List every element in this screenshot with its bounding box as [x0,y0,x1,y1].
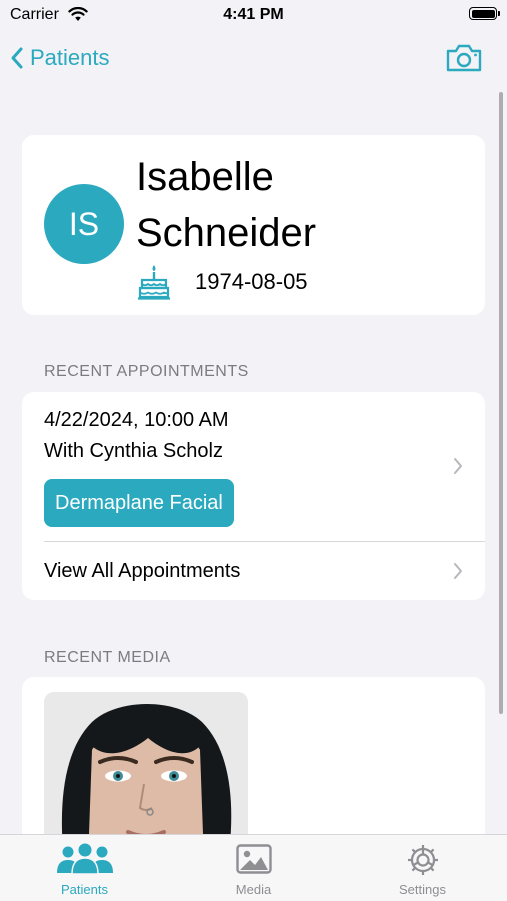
patient-last-name: Schneider [136,211,317,255]
chevron-right-icon [454,458,462,474]
recent-media-header: RECENT MEDIA [44,649,171,666]
camera-button[interactable] [445,40,483,76]
media-thumbnail[interactable] [44,692,248,847]
tab-settings[interactable]: Settings [338,835,507,901]
appointment-datetime: 4/22/2024, 10:00 AM [44,409,229,431]
gear-icon [407,845,438,875]
clock: 4:41 PM [223,6,284,23]
patient-photo [44,692,248,847]
photo-icon [235,844,272,874]
appointment-provider: With Cynthia Scholz [44,440,223,462]
camera-icon [446,44,482,72]
service-badge: Dermaplane Facial [44,479,234,527]
chevron-right-icon [454,563,462,579]
people-icon [56,843,113,875]
view-all-appointments-row[interactable]: View All Appointments [22,542,485,600]
tab-patients-label: Patients [61,882,108,897]
patient-first-name: Isabelle [136,155,274,199]
tab-patients[interactable]: Patients [0,835,169,901]
view-all-appointments-label: View All Appointments [44,560,241,582]
chevron-left-icon [11,47,23,69]
patient-profile-card: IS Isabelle Schneider 1974-08-05 [22,135,485,315]
battery-icon [469,7,500,20]
back-button[interactable]: Patients [10,40,110,76]
tab-settings-label: Settings [399,882,446,897]
scroll-indicator[interactable] [499,92,503,714]
status-bar: Carrier 4:41 PM [0,0,507,32]
tab-media[interactable]: Media [169,835,338,901]
tab-media-label: Media [235,882,272,897]
appointments-card: 4/22/2024, 10:00 AM With Cynthia Scholz … [22,392,485,600]
birth-date: 1974-08-05 [195,269,308,294]
media-card [22,677,485,847]
birthday-cake-icon [138,265,170,300]
appointment-row[interactable]: 4/22/2024, 10:00 AM With Cynthia Scholz … [22,392,485,542]
recent-appointments-header: RECENT APPOINTMENTS [44,363,249,380]
avatar: IS [44,184,124,264]
back-button-label: Patients [30,45,110,70]
tab-bar: Patients Media Settings [0,834,507,901]
